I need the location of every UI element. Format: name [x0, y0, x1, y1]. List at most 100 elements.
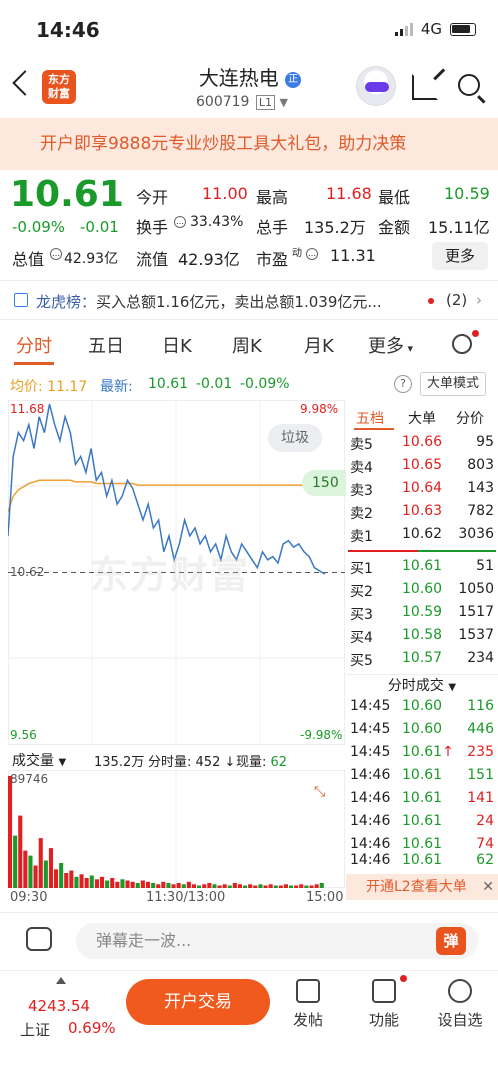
search-icon[interactable]	[458, 74, 480, 96]
promo-banner[interactable]: 开户即享9888元专业炒股工具大礼包，助力决策	[0, 118, 498, 170]
back-icon[interactable]	[12, 70, 38, 96]
index-value[interactable]: 4243.54	[28, 997, 90, 1015]
sell-level-4: 卖4 10.65 803	[350, 457, 494, 476]
buy-level-4: 买4 10.58 1537	[350, 627, 494, 646]
sell-level-2: 卖2 10.63 782	[350, 503, 494, 522]
stock-code: 600719	[196, 94, 250, 110]
list-icon	[14, 293, 28, 307]
trade-row: 14:46 10.61 62	[350, 852, 494, 868]
assistant-robot-icon[interactable]	[356, 66, 396, 106]
change-pct: -0.09%	[12, 218, 66, 236]
volume-bar	[89, 875, 94, 888]
high-label: 最高	[256, 188, 289, 207]
buy-ratio-bar	[418, 550, 496, 552]
danmu-counter[interactable]: 150	[302, 470, 346, 496]
close-icon[interactable]: ✕	[482, 874, 494, 900]
latest-label: 最新:	[100, 379, 133, 395]
volume-bar	[54, 869, 59, 888]
unread-dot	[472, 330, 479, 337]
buy-level-2: 买2 10.60 1050	[350, 581, 494, 600]
latest-change: -0.01	[196, 376, 233, 392]
volume-bar	[94, 879, 99, 888]
volume-bar	[140, 880, 145, 888]
buy-level-5: 买5 10.57 234	[350, 650, 494, 669]
tab-price-split[interactable]: 分价	[456, 408, 484, 428]
chevron-down-icon: ▼	[448, 682, 457, 693]
volume-bar	[84, 878, 89, 888]
info-icon[interactable]: …	[174, 216, 186, 228]
open-trade-button[interactable]: 开户交易	[126, 979, 270, 1025]
trash-tag-button[interactable]: 垃圾	[268, 424, 322, 452]
volume-bar	[38, 838, 43, 888]
danmu-input[interactable]: 弹幕走一波...	[76, 923, 478, 959]
tab-more[interactable]: 更多 ▾	[368, 332, 413, 358]
intraday-summary: 均价: 11.17 最新: 10.61 -0.01 -0.09% ? 大单模式	[0, 372, 498, 398]
dragon-tiger-bar[interactable]: 龙虎榜：买入总额1.16亿元，卖出总额1.039亿元... (2) ›	[0, 280, 498, 320]
volume-label: 总手	[256, 218, 289, 237]
volume-bar	[8, 776, 13, 888]
chart-low-pct: -9.98%	[300, 728, 343, 742]
info-icon[interactable]: …	[50, 248, 62, 260]
post-button[interactable]: 发帖	[278, 979, 338, 1030]
avg-label: 均价:	[10, 379, 43, 395]
time-end: 15:00	[306, 890, 344, 905]
network-type: 4G	[420, 20, 442, 38]
volume-chart[interactable]	[8, 770, 345, 888]
stock-header: 东方 财富 大连热电 正 600719 L1 ▼	[0, 56, 498, 118]
pe-label: 市盈	[256, 250, 289, 269]
dragon-count: (2)	[446, 291, 468, 309]
float-cap-value: 42.93亿	[178, 250, 240, 269]
danmu-settings-icon[interactable]	[26, 927, 52, 951]
status-time: 14:46	[36, 18, 100, 42]
app-logo: 东方 财富	[42, 70, 76, 104]
tab-intraday[interactable]: 分时	[16, 332, 52, 358]
volume-bar	[18, 815, 23, 888]
volume-bar	[28, 855, 33, 888]
tab-weekly-k[interactable]: 周K	[232, 332, 262, 358]
volume-selector[interactable]: 成交量 ▼	[12, 750, 66, 770]
expand-icon[interactable]: ⤡	[314, 784, 336, 806]
chart-high-label: 11.68	[10, 402, 45, 416]
chevron-down-icon: ▼	[279, 96, 288, 109]
status-bar: 14:46 4G	[0, 0, 498, 56]
more-dots-icon	[448, 979, 472, 1003]
big-order-mode-button[interactable]: 大单模式	[420, 372, 487, 396]
share-icon[interactable]	[412, 74, 438, 100]
time-mid: 11:30/13:00	[146, 890, 226, 905]
stock-code-selector[interactable]: 600719 L1 ▼	[196, 94, 288, 110]
latest-value: 10.61	[148, 376, 189, 392]
tab-daily-k[interactable]: 日K	[162, 332, 192, 358]
danmu-toggle-button[interactable]: 弹	[436, 927, 466, 955]
pe-value: 11.31	[330, 246, 376, 265]
trade-row: 14:46 10.61 141	[350, 790, 494, 806]
volume-bar	[105, 880, 110, 888]
sell-level-3: 卖3 10.64 143	[350, 480, 494, 499]
tab-monthly-k[interactable]: 月K	[304, 332, 334, 358]
grid-icon	[372, 979, 396, 1003]
tab-five-levels[interactable]: 五档	[356, 408, 384, 428]
level-badge: L1	[255, 95, 276, 110]
info-icon[interactable]: …	[306, 248, 318, 260]
trades-title[interactable]: 分时成交 ▼	[346, 674, 498, 696]
avg-price-line	[8, 479, 325, 513]
open-l2-button[interactable]: 开通L2查看大单 ✕	[346, 874, 498, 900]
gear-icon[interactable]	[452, 334, 472, 354]
index-name: 上证	[20, 1021, 51, 1039]
volume-bar	[64, 873, 69, 888]
expand-up-icon[interactable]	[56, 977, 66, 984]
help-icon[interactable]: ?	[394, 375, 412, 393]
trade-row: 14:45 10.60 446	[350, 721, 494, 737]
low-label: 最低	[378, 188, 411, 207]
tab-five-day[interactable]: 五日	[88, 332, 124, 358]
volume-bar	[79, 874, 84, 888]
add-watchlist-button[interactable]: 设自选	[430, 979, 490, 1030]
more-button[interactable]: 更多	[432, 242, 488, 270]
volume-bar	[13, 835, 18, 888]
time-start: 09:30	[10, 890, 48, 905]
stock-name: 大连热电	[198, 66, 279, 90]
volume-bar	[110, 878, 115, 888]
dragon-text: 买入总额1.16亿元，卖出总额1.039亿元...	[96, 293, 382, 311]
chevron-right-icon: ›	[476, 291, 482, 309]
function-button[interactable]: 功能	[354, 979, 414, 1030]
tab-big-orders[interactable]: 大单	[408, 408, 436, 428]
